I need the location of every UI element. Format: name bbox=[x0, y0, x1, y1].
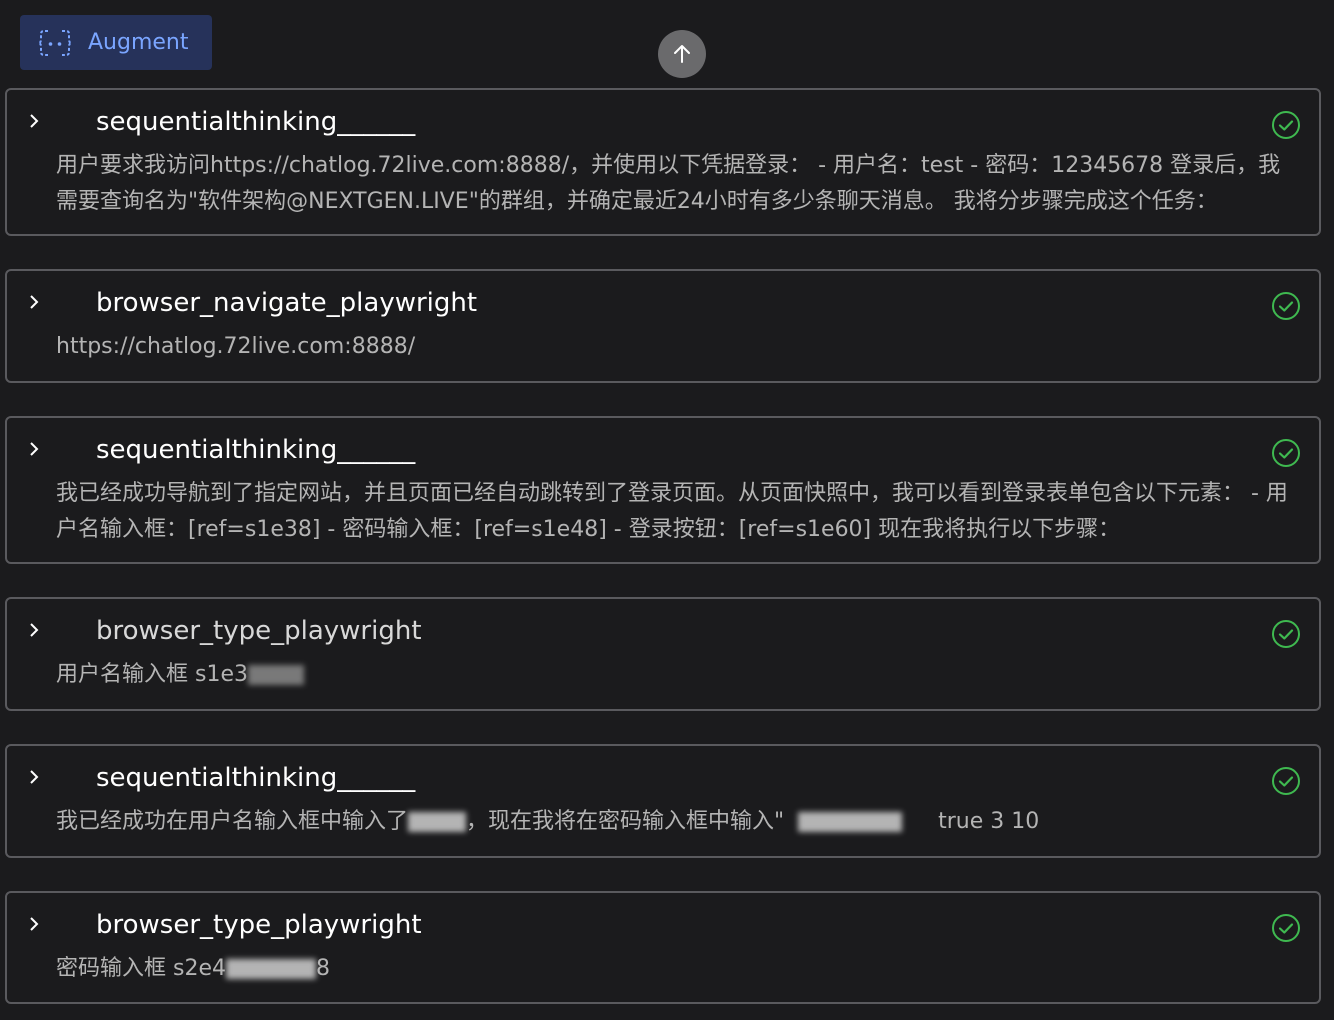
tool-call-card[interactable]: sequentialthinking______ 我已经成功在用户名输入框中输入… bbox=[5, 744, 1321, 858]
arrow-up-icon bbox=[674, 45, 690, 63]
tool-call-card[interactable]: browser_type_playwright 用户名输入框 s1e3 bbox=[5, 597, 1321, 711]
tool-call-card[interactable]: sequentialthinking______ 我已经成功导航到了指定网站，并… bbox=[5, 416, 1321, 564]
chevron-right-icon[interactable] bbox=[25, 293, 43, 311]
redacted-region bbox=[408, 812, 467, 832]
check-circle-icon bbox=[1272, 439, 1300, 467]
augment-badge[interactable]: Augment bbox=[20, 15, 212, 70]
scroll-to-top-button[interactable] bbox=[658, 30, 706, 78]
chevron-right-icon[interactable] bbox=[25, 112, 43, 130]
check-circle-icon bbox=[1272, 292, 1300, 320]
tool-summary-text: true 3 10 bbox=[938, 809, 1040, 834]
check-circle-icon bbox=[1272, 620, 1300, 648]
tool-summary-text: ，现在我将在密码输入框中输入" bbox=[466, 809, 785, 834]
chevron-right-icon[interactable] bbox=[25, 621, 43, 639]
tool-name: sequentialthinking______ bbox=[96, 107, 416, 137]
check-circle-icon bbox=[1272, 914, 1300, 942]
tool-call-card[interactable]: sequentialthinking______ 用户要求我访问https://… bbox=[5, 88, 1321, 236]
check-circle-icon bbox=[1272, 767, 1300, 795]
tool-name: sequentialthinking______ bbox=[96, 435, 416, 465]
tool-summary: 用户名输入框 s1e3 bbox=[56, 657, 1295, 693]
redacted-region bbox=[798, 812, 903, 832]
chevron-right-icon[interactable] bbox=[25, 915, 43, 933]
tool-summary: https://chatlog.72live.com:8888/ bbox=[56, 334, 416, 359]
tool-summary-text: 用户名输入框 s1e3 bbox=[56, 662, 248, 687]
check-circle-icon bbox=[1272, 111, 1300, 139]
tool-call-card[interactable]: browser_navigate_playwright https://chat… bbox=[5, 269, 1321, 383]
tool-name: browser_navigate_playwright bbox=[96, 288, 478, 318]
tool-summary: 我已经成功导航到了指定网站，并且页面已经自动跳转到了登录页面。从页面快照中，我可… bbox=[56, 481, 1288, 542]
chevron-right-icon[interactable] bbox=[25, 768, 43, 786]
redacted-region bbox=[248, 665, 304, 685]
tool-summary-text: 8 bbox=[316, 956, 330, 981]
tool-call-card[interactable]: browser_type_playwright 密码输入框 s2e4 8 bbox=[5, 891, 1321, 1004]
tool-name: browser_type_playwright bbox=[96, 910, 422, 940]
tool-summary: 密码输入框 s2e4 8 bbox=[56, 951, 1295, 987]
redacted-region bbox=[226, 959, 316, 979]
augment-bracket-icon bbox=[38, 29, 72, 56]
tool-name: sequentialthinking______ bbox=[96, 763, 416, 793]
tool-name: browser_type_playwright bbox=[96, 616, 422, 646]
tool-summary-text: 密码输入框 s2e4 bbox=[56, 956, 226, 981]
tool-summary: 用户要求我访问https://chatlog.72live.com:8888/，… bbox=[56, 153, 1281, 214]
chevron-right-icon[interactable] bbox=[25, 440, 43, 458]
top-bar: Augment bbox=[0, 0, 1334, 88]
tool-summary: 我已经成功在用户名输入框中输入了 ，现在我将在密码输入框中输入" true 3 10 bbox=[56, 804, 1295, 840]
augment-badge-label: Augment bbox=[88, 30, 189, 55]
tool-summary-text: 我已经成功在用户名输入框中输入了 bbox=[56, 809, 409, 834]
